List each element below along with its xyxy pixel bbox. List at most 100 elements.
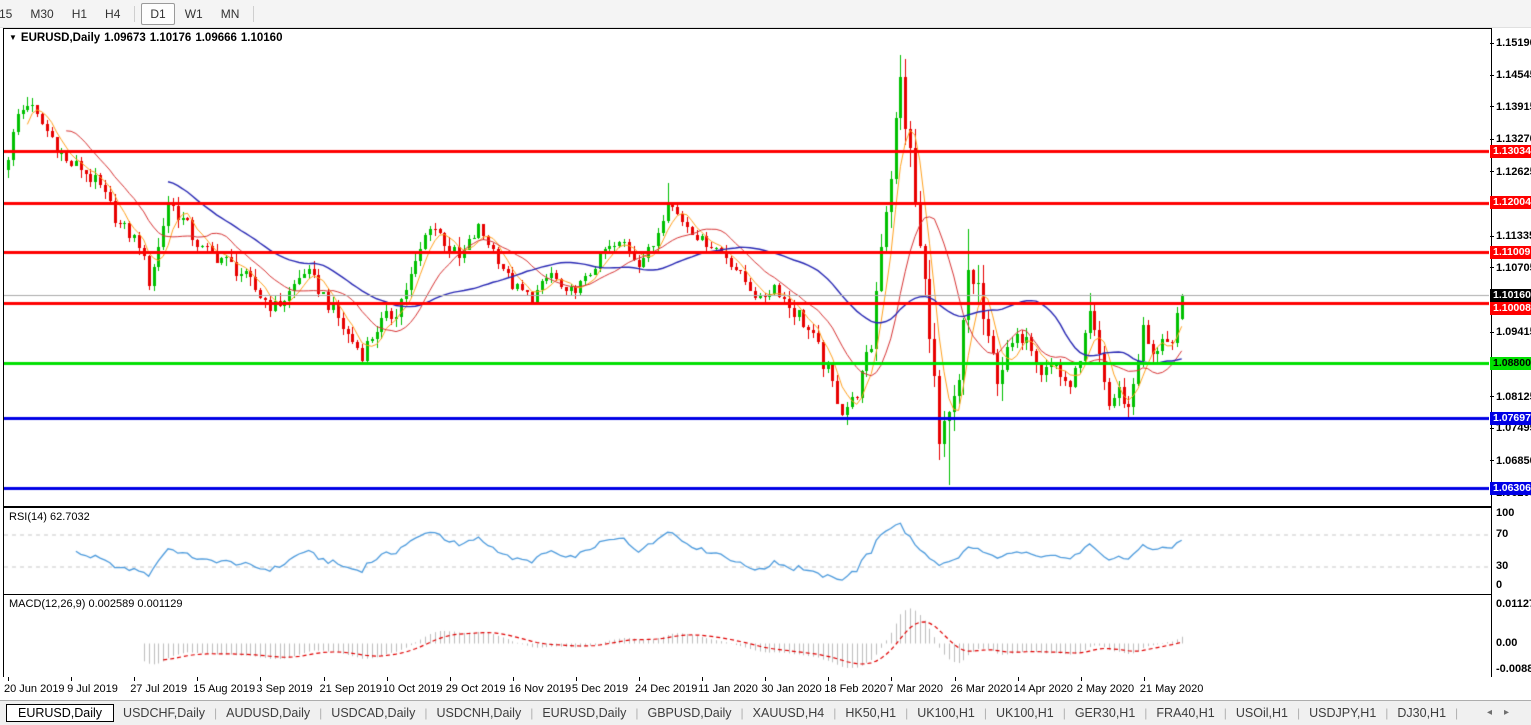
chart-tab-ger30-h1[interactable]: GER30,H1	[1066, 704, 1144, 722]
chart-tab-audusd-daily[interactable]: AUDUSD,Daily	[217, 704, 319, 722]
price-axis-label: 1.13915	[1496, 101, 1531, 113]
date-axis-label: 7 Mar 2020	[887, 683, 943, 695]
chart-open: 1.09673	[104, 32, 146, 44]
date-axis-tick	[450, 677, 451, 681]
chart-tab-usdjpy-h1[interactable]: USDJPY,H1	[1300, 704, 1385, 722]
price-level-badge: 1.06306	[1490, 482, 1531, 495]
macd-canvas[interactable]	[4, 595, 1489, 676]
date-axis-label: 30 Jan 2020	[761, 683, 822, 695]
price-level-badge: 1.13034	[1490, 145, 1531, 158]
price-level-badge: 1.10160	[1490, 289, 1531, 302]
timeframe-button-H4[interactable]: H4	[97, 4, 128, 24]
chart-title: ▼ EURUSD,Daily 1.09673 1.101761.09666 1.1016…	[9, 32, 286, 44]
timeframe-button-15[interactable]: 15	[0, 4, 20, 24]
timeframe-button-W1[interactable]: W1	[177, 4, 211, 24]
main-chart-pane[interactable]: ▼ EURUSD,Daily 1.09673 1.101761.09666 1.1016…	[3, 28, 1492, 507]
price-axis-label: 1.12625	[1496, 166, 1531, 178]
chart-tab-gbpusd-daily[interactable]: GBPUSD,Daily	[639, 704, 741, 722]
date-axis-tick	[1144, 677, 1145, 681]
candlestick-chart-canvas[interactable]	[4, 29, 1489, 504]
date-axis-tick	[134, 677, 135, 681]
chart-low: 1.09666	[195, 32, 237, 44]
price-axis-label: 1.08125	[1496, 391, 1531, 403]
date-axis-tick	[576, 677, 577, 681]
chart-tab-usoil-h1[interactable]: USOil,H1	[1227, 704, 1297, 722]
chart-tab-hk50-h1[interactable]: HK50,H1	[836, 704, 905, 722]
date-axis-tick	[955, 677, 956, 681]
tabs-scroll-right-icon[interactable]: ▸	[1504, 707, 1521, 718]
price-axis-tick	[1490, 139, 1494, 140]
chart-tab-uk100-h1[interactable]: UK100,H1	[987, 704, 1063, 722]
date-axis-tick	[324, 677, 325, 681]
chart-symbol: EURUSD,Daily	[21, 32, 100, 44]
timeframe-button-M30[interactable]: M30	[22, 4, 61, 24]
date-axis-tick	[71, 677, 72, 681]
chart-tab-usdcnh-daily[interactable]: USDCNH,Daily	[427, 704, 530, 722]
date-axis-label: 3 Sep 2019	[256, 683, 312, 695]
date-axis-tick	[1018, 677, 1019, 681]
price-axis-tick	[1490, 171, 1494, 172]
date-axis-tick	[513, 677, 514, 681]
date-axis-label: 11 Jan 2020	[698, 683, 758, 695]
date-axis-label: 29 Oct 2019	[446, 683, 506, 695]
chart-tab-eurusd-daily[interactable]: EURUSD,Daily	[533, 704, 635, 722]
date-axis-label: 5 Dec 2019	[572, 683, 628, 695]
price-axis-label: 1.15190	[1496, 37, 1531, 49]
rsi-canvas[interactable]	[4, 508, 1489, 592]
date-axis-tick	[1081, 677, 1082, 681]
timeframe-toolbar: 15M30H1H4 D1W1MN	[0, 0, 1531, 28]
chart-tab-eurusd-daily[interactable]: EURUSD,Daily	[6, 704, 114, 722]
rsi-axis-label: 30	[1496, 560, 1531, 572]
price-axis-label: 1.14545	[1496, 69, 1531, 81]
price-level-badge: 1.07697	[1490, 412, 1531, 425]
date-axis-label: 21 Sep 2019	[320, 683, 382, 695]
macd-axis-label: 0.011277	[1496, 598, 1531, 610]
macd-indicator-pane[interactable]: MACD(12,26,9) 0.002589 0.001129	[3, 594, 1492, 680]
rsi-axis-label: 70	[1496, 528, 1531, 540]
chart-tab-dj30-h1[interactable]: DJ30,H1	[1388, 704, 1455, 722]
price-level-badge: 1.10008	[1490, 302, 1531, 315]
price-axis-tick	[1490, 332, 1494, 333]
chart-close: 1.10160	[241, 32, 283, 44]
rsi-indicator-pane[interactable]: RSI(14) 62.7032	[3, 507, 1492, 595]
date-axis-label: 9 Jul 2019	[67, 683, 118, 695]
price-axis-tick	[1490, 236, 1494, 237]
timeframe-button-D1[interactable]: D1	[141, 3, 174, 25]
chart-tabs-bar: EURUSD,DailyUSDCHF,Daily|AUDUSD,Daily|US…	[0, 700, 1531, 725]
date-axis-label: 15 Aug 2019	[193, 683, 255, 695]
date-axis: 20 Jun 20199 Jul 201927 Jul 201915 Aug 2…	[0, 677, 1531, 700]
mt4-window: 15M30H1H4 D1W1MN ▼ EURUSD,Daily 1.09673 1.10…	[0, 0, 1531, 725]
chart-dropdown-icon[interactable]: ▼	[9, 33, 17, 42]
chart-tab-uk100-h1[interactable]: UK100,H1	[908, 704, 984, 722]
price-level-badge: 1.12004	[1490, 196, 1531, 209]
date-axis-label: 14 Apr 2020	[1014, 683, 1073, 695]
chart-tab-usdcad-daily[interactable]: USDCAD,Daily	[322, 704, 424, 722]
chart-tab-fra40-h1[interactable]: FRA40,H1	[1147, 704, 1223, 722]
tabs-scroll-left-icon[interactable]: ◂	[1487, 707, 1504, 718]
price-axis-label: 1.13270	[1496, 133, 1531, 145]
date-axis-tick	[828, 677, 829, 681]
price-axis-label: 1.06850	[1496, 455, 1531, 467]
date-axis-tick	[702, 677, 703, 681]
price-axis-label: 1.09415	[1496, 326, 1531, 338]
date-axis-label: 10 Oct 2019	[383, 683, 443, 695]
date-axis-label: 21 May 2020	[1140, 683, 1204, 695]
timeframe-button-MN[interactable]: MN	[213, 4, 248, 24]
date-axis-label: 24 Dec 2019	[635, 683, 697, 695]
date-axis-tick	[197, 677, 198, 681]
price-axis-tick	[1490, 267, 1494, 268]
tab-scroll-arrows: ◂▸	[1487, 707, 1521, 718]
chart-tab-usdchf-daily[interactable]: USDCHF,Daily	[114, 704, 214, 722]
price-axis-label: 1.10705	[1496, 262, 1531, 274]
price-axis-label: 1.11335	[1496, 230, 1531, 242]
macd-axis-label: 0.00	[1496, 637, 1531, 649]
date-axis-tick	[765, 677, 766, 681]
rsi-axis-label: 100	[1496, 507, 1531, 519]
price-axis-tick	[1490, 428, 1494, 429]
chart-high: 1.10176	[150, 32, 192, 44]
date-axis-label: 20 Jun 2019	[4, 683, 65, 695]
macd-axis-label: -0.008845	[1496, 663, 1531, 675]
chart-tab-xauusd-h4[interactable]: XAUUSD,H4	[744, 704, 834, 722]
timeframe-button-H1[interactable]: H1	[64, 4, 95, 24]
date-axis-tick	[260, 677, 261, 681]
